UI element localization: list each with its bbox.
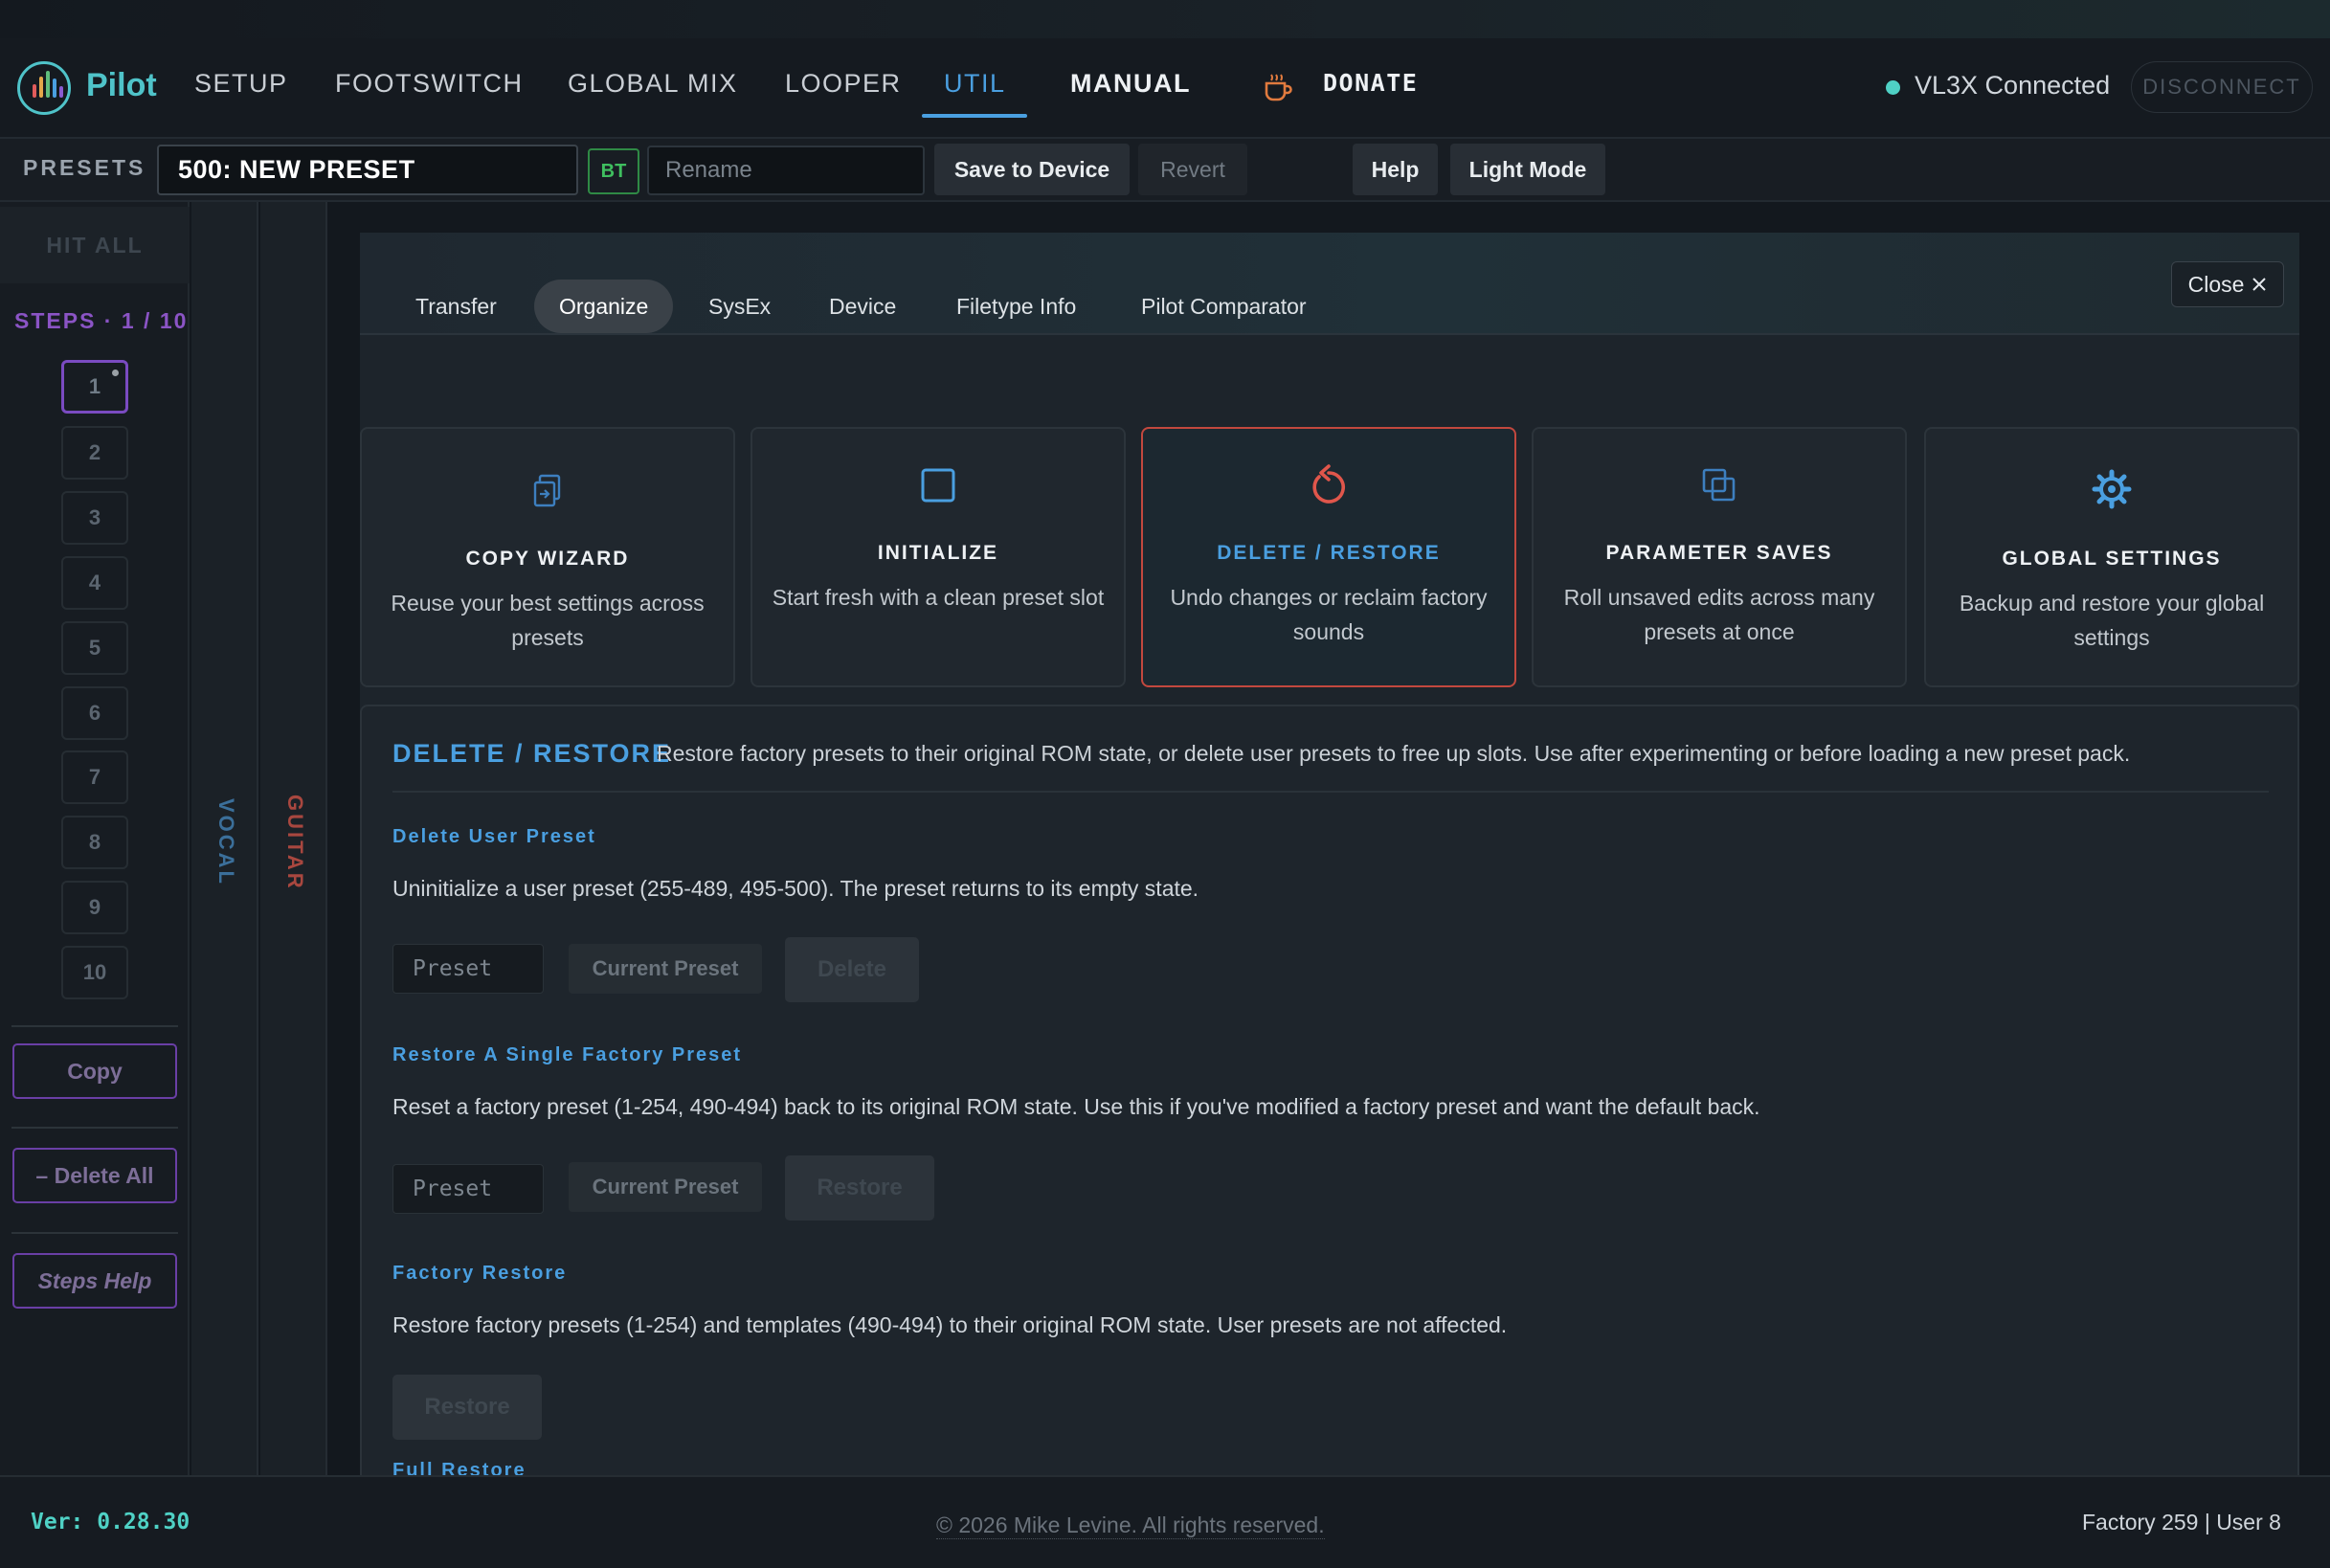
step-active-dot	[112, 370, 119, 376]
factory-restore-text: Restore factory presets (1-254) and temp…	[392, 1312, 1508, 1337]
steps-help-button[interactable]: Steps Help	[12, 1253, 177, 1309]
delete-user-preset-text: Uninitialize a user preset (255-489, 495…	[392, 876, 1199, 901]
factory-restore-title: Factory Restore	[392, 1263, 568, 1284]
card-copy-wizard[interactable]: COPY WIZARD Reuse your best settings acr…	[360, 427, 735, 687]
card-description: Backup and restore your global settings	[1959, 591, 2265, 650]
revert-button[interactable]: Revert	[1138, 144, 1247, 195]
bt-badge[interactable]: BT	[588, 148, 639, 194]
section-title: DELETE / RESTORE	[392, 739, 672, 768]
preset-select[interactable]: 500: NEW PRESET	[157, 145, 578, 195]
delete-user-preset-title: Delete User Preset	[392, 826, 596, 847]
step-6[interactable]: 6	[61, 686, 128, 740]
layers-icon	[1534, 467, 1905, 505]
step-8[interactable]: 8	[61, 816, 128, 869]
close-button[interactable]: Close	[2171, 261, 2284, 307]
restore-current-preset-button[interactable]: Current Preset	[569, 1162, 762, 1212]
step-7[interactable]: 7	[61, 750, 128, 804]
step-2[interactable]: 2	[61, 426, 128, 480]
step-number: 1	[88, 374, 101, 398]
pilot-logo-icon	[17, 61, 71, 115]
copy-steps-button[interactable]: Copy	[12, 1043, 177, 1099]
hit-all-button[interactable]: HIT ALL	[0, 207, 190, 283]
close-icon	[2252, 278, 2267, 291]
copyright-link[interactable]: © 2026 Mike Levine. All rights reserved.	[936, 1512, 1325, 1539]
brand-name[interactable]: Pilot	[86, 67, 157, 104]
connection-status: VL3X Connected	[1915, 71, 2111, 100]
section-divider	[392, 791, 2269, 793]
restore-icon	[1143, 463, 1514, 504]
coffee-icon[interactable]	[1262, 71, 1294, 103]
card-title: INITIALIZE	[877, 542, 999, 564]
restore-preset-input[interactable]: Preset	[392, 1164, 544, 1214]
tab-device[interactable]: Device	[804, 280, 921, 333]
square-icon	[752, 467, 1124, 505]
nav-active-indicator	[922, 114, 1027, 118]
nav-util[interactable]: UTIL	[944, 69, 1006, 99]
card-delete-restore[interactable]: DELETE / RESTORE Undo changes or reclaim…	[1141, 427, 1516, 687]
delete-all-steps-button[interactable]: – Delete All	[12, 1148, 177, 1203]
step-10[interactable]: 10	[61, 946, 128, 999]
preset-counts: Factory 259 | User 8	[2082, 1510, 2281, 1534]
step-9[interactable]: 9	[61, 881, 128, 934]
step-1[interactable]: 1	[61, 360, 128, 414]
delete-current-preset-button[interactable]: Current Preset	[569, 944, 762, 994]
card-description: Undo changes or reclaim factory sounds	[1170, 585, 1488, 644]
light-mode-button[interactable]: Light Mode	[1450, 144, 1605, 195]
help-button[interactable]: Help	[1353, 144, 1438, 195]
sidebar-divider	[11, 1232, 178, 1234]
tab-pilot-comparator[interactable]: Pilot Comparator	[1116, 280, 1332, 333]
card-description: Start fresh with a clean preset slot	[772, 585, 1105, 610]
card-global-settings[interactable]: GLOBAL SETTINGS Backup and restore your …	[1924, 427, 2299, 687]
card-title: PARAMETER SAVES	[1605, 542, 1833, 564]
copy-icon	[362, 473, 733, 511]
card-title: DELETE / RESTORE	[1217, 542, 1441, 564]
rename-input[interactable]: Rename	[647, 146, 925, 195]
nav-donate[interactable]: DONATE	[1323, 69, 1418, 97]
tab-organize[interactable]: Organize	[534, 280, 674, 333]
factory-restore-button[interactable]: Restore	[392, 1375, 542, 1440]
vocal-label: VOCAL	[214, 798, 238, 886]
presets-label: PRESETS	[23, 155, 146, 180]
tab-sysex[interactable]: SysEx	[683, 280, 795, 333]
card-description: Roll unsaved edits across many presets a…	[1563, 585, 1875, 644]
version-label: Ver: 0.28.30	[31, 1510, 190, 1534]
step-4[interactable]: 4	[61, 556, 128, 610]
tab-filetype-info[interactable]: Filetype Info	[931, 280, 1101, 333]
card-title: GLOBAL SETTINGS	[2002, 548, 2222, 570]
nav-setup[interactable]: SETUP	[194, 69, 288, 99]
guitar-label: GUITAR	[283, 795, 307, 891]
restore-single-text: Reset a factory preset (1-254, 490-494) …	[392, 1094, 1760, 1119]
disconnect-button[interactable]: DISCONNECT	[2131, 61, 2313, 113]
window-top-strip	[0, 0, 2330, 38]
close-label: Close	[2187, 271, 2245, 297]
card-initialize[interactable]: INITIALIZE Start fresh with a clean pres…	[751, 427, 1126, 687]
step-5[interactable]: 5	[61, 621, 128, 675]
delete-restore-panel	[360, 705, 2299, 1475]
step-3[interactable]: 3	[61, 491, 128, 545]
nav-manual[interactable]: MANUAL	[1070, 69, 1191, 99]
nav-footswitch[interactable]: FOOTSWITCH	[335, 69, 523, 99]
section-subtitle: Restore factory presets to their origina…	[657, 741, 2131, 766]
save-to-device-button[interactable]: Save to Device	[934, 144, 1130, 195]
sidebar-divider	[11, 1025, 178, 1027]
nav-global-mix[interactable]: GLOBAL MIX	[568, 69, 738, 99]
card-title: COPY WIZARD	[465, 548, 630, 570]
card-parameter-saves[interactable]: PARAMETER SAVES Roll unsaved edits acros…	[1532, 427, 1907, 687]
sidebar-divider	[11, 1127, 178, 1129]
delete-button[interactable]: Delete	[785, 937, 919, 1002]
restore-single-button[interactable]: Restore	[785, 1155, 934, 1221]
connection-status-dot	[1886, 80, 1900, 95]
gear-icon	[1926, 469, 2297, 509]
tab-transfer[interactable]: Transfer	[391, 280, 522, 333]
restore-single-title: Restore A Single Factory Preset	[392, 1044, 743, 1065]
card-description: Reuse your best settings across presets	[391, 591, 705, 650]
nav-looper[interactable]: LOOPER	[785, 69, 902, 99]
steps-label: STEPS · 1 / 10	[14, 308, 189, 333]
delete-preset-input[interactable]: Preset	[392, 944, 544, 994]
